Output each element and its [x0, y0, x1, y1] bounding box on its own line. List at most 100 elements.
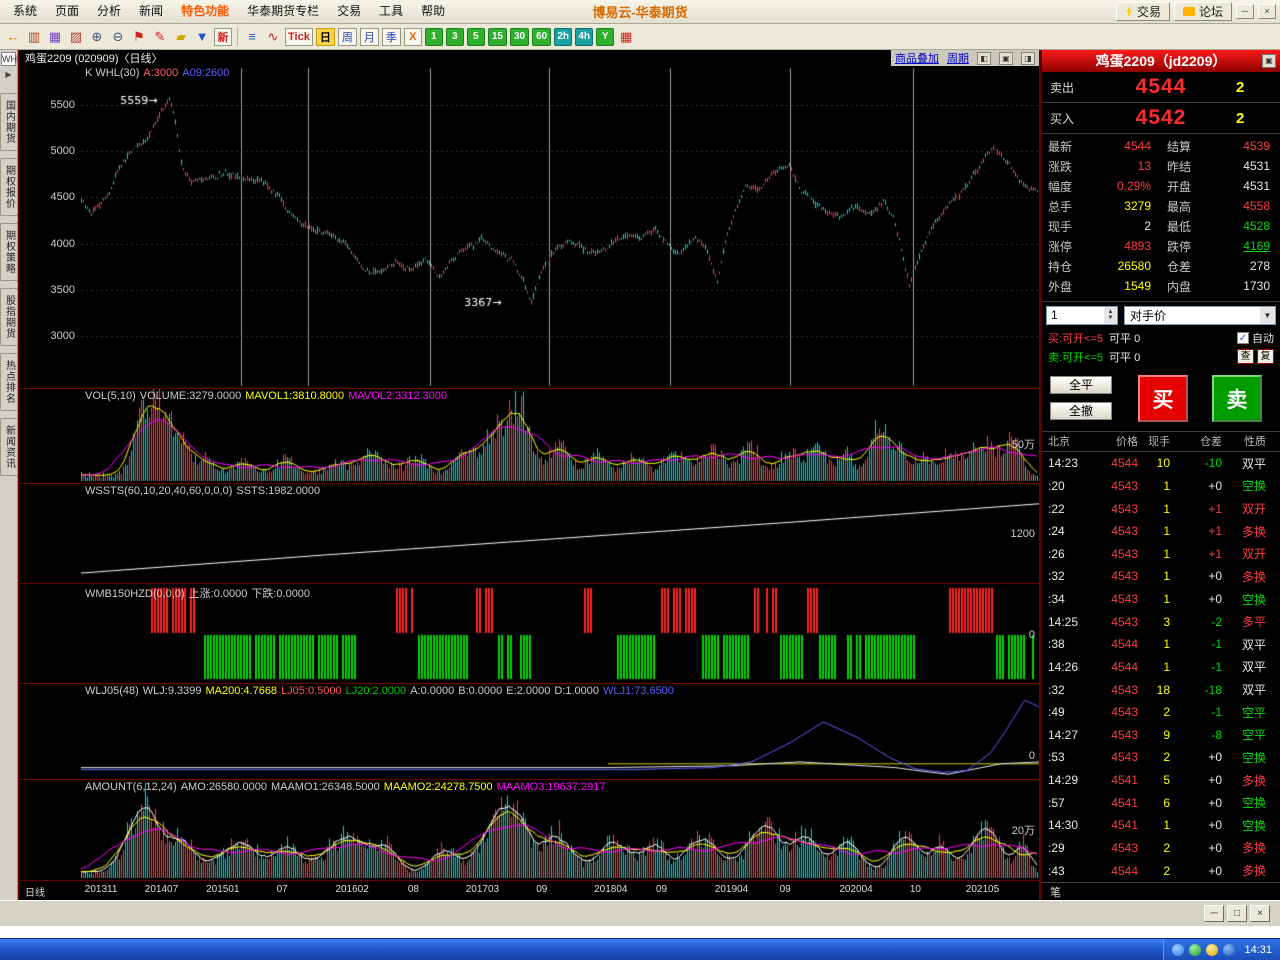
menu-item-2[interactable]: 分析: [88, 0, 130, 23]
sidebar-tab-1[interactable]: 期权报价: [0, 158, 18, 216]
taskbar[interactable]: 14:31: [0, 938, 1280, 960]
menu-item-7[interactable]: 工具: [370, 0, 412, 23]
tick-row[interactable]: :34 4543 1 +0 空换: [1042, 588, 1280, 611]
zoom-out-icon[interactable]: ⊖: [109, 27, 127, 46]
menu-item-0[interactable]: 系统: [4, 0, 46, 23]
draw-icon[interactable]: ▨: [67, 27, 85, 46]
sidebar-tab-0[interactable]: 国内期货: [0, 93, 18, 151]
tick-chart-icon[interactable]: ∿: [264, 27, 282, 46]
tray-alert-icon[interactable]: [1206, 943, 1219, 956]
forum-button[interactable]: 论坛: [1173, 2, 1232, 21]
period-4h-button[interactable]: 4h: [575, 27, 594, 46]
tick-row[interactable]: :32 4543 18 -18 双平: [1042, 678, 1280, 701]
bid-row[interactable]: 买入 4542 2: [1042, 103, 1280, 134]
cycle-link[interactable]: 周期: [947, 50, 969, 66]
indicator-group-box[interactable]: WHL: [1, 52, 22, 66]
tick-row[interactable]: :24 4543 1 +1 多换: [1042, 520, 1280, 543]
sidebar-tab-3[interactable]: 股指期货: [0, 288, 18, 346]
order-restore-button[interactable]: 复: [1257, 349, 1274, 364]
tick-row[interactable]: :29 4543 2 +0 多换: [1042, 837, 1280, 860]
sidebar-tab-5[interactable]: 新闻资讯: [0, 418, 18, 476]
period-1min-button[interactable]: 1: [424, 27, 443, 46]
close-all-button[interactable]: 全平: [1050, 376, 1112, 394]
period-15min-button[interactable]: 15: [487, 27, 507, 46]
period-year-button[interactable]: Y: [596, 27, 615, 46]
tick-row[interactable]: :26 4543 1 +1 双开: [1042, 543, 1280, 566]
menu-item-1[interactable]: 页面: [46, 0, 88, 23]
layout-grid-button[interactable]: ▣: [999, 51, 1013, 65]
period-2h-button[interactable]: 2h: [554, 27, 573, 46]
menu-item-8[interactable]: 帮助: [412, 0, 454, 23]
buy-button[interactable]: 买: [1138, 375, 1188, 422]
stepper-arrows-icon[interactable]: ▲ ▼: [1104, 306, 1117, 324]
period-x-button[interactable]: X: [403, 27, 422, 46]
period-5min-button[interactable]: 5: [466, 27, 485, 46]
overlay-link[interactable]: 商品叠加: [895, 50, 939, 66]
panel-expand-button[interactable]: ▣: [1262, 54, 1276, 68]
tick-row[interactable]: 14:25 4543 3 -2 多平: [1042, 610, 1280, 633]
tray-shield-icon[interactable]: [1189, 943, 1202, 956]
fill-icon[interactable]: ▰: [172, 27, 190, 46]
sidebar-tab-4[interactable]: 热点排名: [0, 353, 18, 411]
list-icon[interactable]: ≡: [243, 27, 261, 46]
tick-row[interactable]: 14:26 4544 1 -1 双平: [1042, 656, 1280, 679]
period-month-button[interactable]: 月: [359, 27, 379, 46]
period-30min-button[interactable]: 30: [509, 27, 530, 46]
menu-item-5[interactable]: 华泰期货专栏: [238, 0, 328, 23]
period-day-button[interactable]: 日: [315, 27, 335, 46]
tick-row[interactable]: :43 4544 2 +0 多换: [1042, 859, 1280, 882]
wssts-canvas[interactable]: [81, 484, 1039, 583]
multi-chart-icon[interactable]: ▦: [617, 27, 636, 46]
wlj-canvas[interactable]: [81, 684, 1039, 779]
price-mode-select[interactable]: 对手价 ▼: [1124, 305, 1276, 325]
back-icon[interactable]: ←: [4, 27, 22, 46]
amount-canvas[interactable]: [81, 780, 1039, 880]
tick-row[interactable]: :20 4543 1 +0 空换: [1042, 475, 1280, 498]
window-close-button[interactable]: ×: [1250, 905, 1270, 922]
auto-checkbox[interactable]: ✓ 自动: [1237, 330, 1274, 346]
trade-button[interactable]: 交易: [1115, 2, 1170, 21]
window-minimize-button[interactable]: ─: [1204, 905, 1224, 922]
tick-row[interactable]: 14:30 4541 1 +0 空换: [1042, 814, 1280, 837]
pencil-icon[interactable]: ✎: [151, 27, 169, 46]
menu-item-4[interactable]: 特色功能: [172, 0, 238, 23]
tick-row[interactable]: :53 4543 2 +0 空换: [1042, 746, 1280, 769]
cancel-all-button[interactable]: 全撤: [1050, 402, 1112, 420]
zoom-in-icon[interactable]: ⊕: [88, 27, 106, 46]
new-button[interactable]: 新: [214, 27, 232, 46]
volume-canvas[interactable]: [81, 389, 1039, 483]
flag-icon[interactable]: ⚑: [130, 27, 148, 46]
window-restore-button[interactable]: □: [1227, 905, 1247, 922]
sell-button[interactable]: 卖: [1212, 375, 1262, 422]
tray-network-icon[interactable]: [1172, 943, 1185, 956]
tick-row[interactable]: :22 4543 1 +1 双开: [1042, 497, 1280, 520]
tray-app-icon[interactable]: [1223, 943, 1236, 956]
tab-detail[interactable]: 笔: [1050, 884, 1061, 900]
layout-right-button[interactable]: ◨: [1021, 51, 1035, 65]
query-button[interactable]: 查: [1237, 349, 1254, 364]
period-3min-button[interactable]: 3: [445, 27, 464, 46]
period-60min-button[interactable]: 60: [532, 27, 552, 46]
tick-button[interactable]: Tick: [285, 27, 313, 46]
tick-row[interactable]: 14:27 4543 9 -8 空平: [1042, 724, 1280, 747]
tick-row[interactable]: 14:23 4544 10 -10 双平: [1042, 452, 1280, 475]
tick-row[interactable]: :49 4543 2 -1 空平: [1042, 701, 1280, 724]
menu-item-6[interactable]: 交易: [328, 0, 370, 23]
period-season-button[interactable]: 季: [381, 27, 401, 46]
tick-row[interactable]: 14:29 4541 5 +0 多换: [1042, 769, 1280, 792]
tick-row[interactable]: :38 4544 1 -1 双平: [1042, 633, 1280, 656]
quantity-stepper[interactable]: 1 ▲ ▼: [1046, 305, 1118, 325]
filter-icon[interactable]: ▼: [193, 27, 211, 46]
tick-row[interactable]: :32 4543 1 +0 多换: [1042, 565, 1280, 588]
app-minimize-button[interactable]: ─: [1236, 4, 1254, 19]
layout-left-button[interactable]: ◧: [977, 51, 991, 65]
k-chart-canvas[interactable]: [81, 66, 1039, 388]
sidebar-arrow-icon[interactable]: ▶: [5, 70, 11, 79]
ask-row[interactable]: 卖出 4544 2: [1042, 72, 1280, 103]
period-week-button[interactable]: 周: [337, 27, 357, 46]
sidebar-tab-2[interactable]: 期权策略: [0, 223, 18, 281]
menu-item-3[interactable]: 新闻: [130, 0, 172, 23]
kline-icon[interactable]: ▥: [25, 27, 43, 46]
chevron-down-icon[interactable]: ▼: [1260, 306, 1275, 324]
board-icon[interactable]: ▦: [46, 27, 64, 46]
